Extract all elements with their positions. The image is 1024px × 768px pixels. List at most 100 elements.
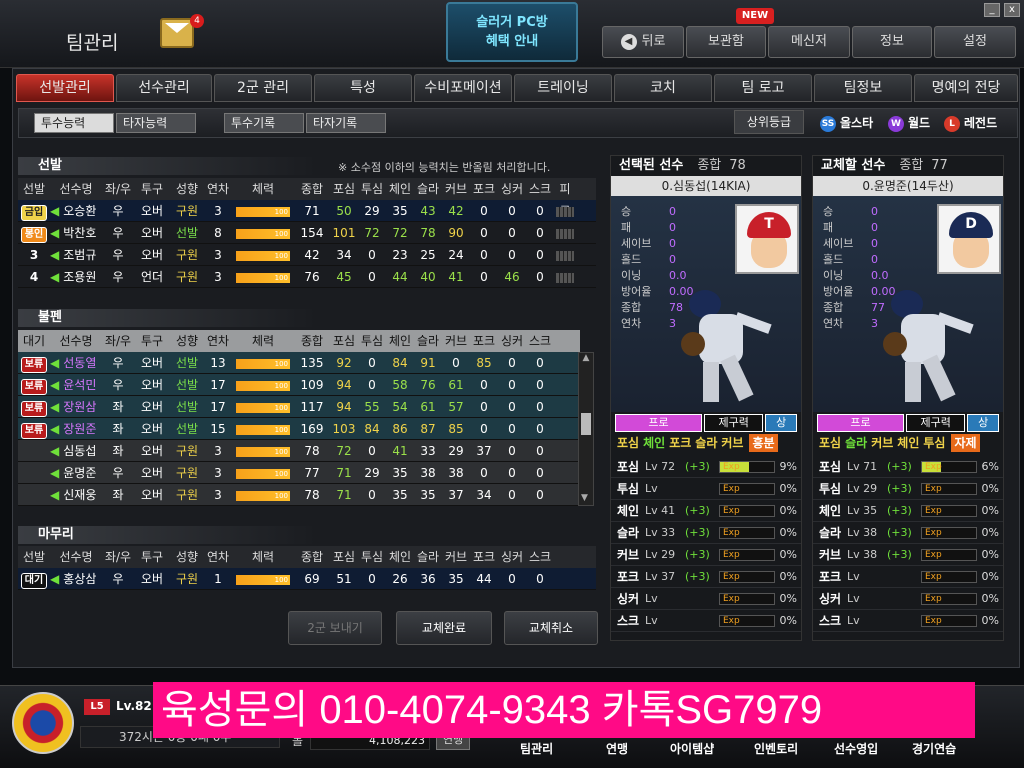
- menu-inventory[interactable]: 인벤토리: [754, 740, 798, 757]
- tab-traits[interactable]: 특성: [314, 74, 412, 102]
- closer-swap-arrow-icon[interactable]: ◀: [50, 572, 59, 586]
- bullpen-col-header: 포크: [472, 334, 496, 348]
- bullpen-swap-arrow-icon[interactable]: ◀: [50, 488, 59, 502]
- bullpen-table-row[interactable]: ◀ 윤명준 우 오버 구원 3 100 77 71 29 35 38 38 0 0 0: [18, 462, 580, 484]
- bullpen-pitch-value: 35: [420, 488, 436, 502]
- minimize-button[interactable]: _: [984, 3, 1000, 17]
- bullpen-stamina-bar: 100: [236, 424, 290, 435]
- scroll-up-icon[interactable]: ▲: [579, 353, 593, 363]
- selected-control-label: 제구력: [704, 414, 764, 432]
- selected-skill-level: Lv: [645, 614, 658, 627]
- rotation-table-row[interactable]: 금입 ◀ 오승환 우 오버 구원 3 100 71 50 29 35 43 42 0 0 0: [18, 200, 596, 222]
- closer-stamina-bar: 100: [236, 574, 290, 585]
- bullpen-swap-arrow-icon[interactable]: ◀: [50, 356, 59, 370]
- swap-skill-row: 스크 Lv Exp 0%: [813, 610, 1003, 632]
- cancel-swap-button[interactable]: 교체취소: [504, 611, 598, 645]
- bullpen-table-row[interactable]: 보류 ◀ 윤석민 우 오버 선발 17 100 109 94 0 58 76 61 0 0 0: [18, 374, 580, 396]
- selected-skill-plus: (+3): [685, 504, 710, 517]
- storage-button[interactable]: 보관함: [686, 26, 766, 58]
- selected-skill-name: 스크: [617, 614, 640, 628]
- bullpen-table-row[interactable]: ◀ 심동섭 좌 오버 구원 3 100 78 72 0 41 33 29 37 0 0: [18, 440, 580, 462]
- bullpen-hand: 우: [112, 466, 124, 480]
- tab-team-logo[interactable]: 팀 로고: [714, 74, 812, 102]
- pc-room-benefit-button[interactable]: 슬러거 PC방 혜택 안내: [446, 2, 578, 62]
- rotation-col-header: 체인: [388, 182, 412, 196]
- rotation-table-row[interactable]: 봉인 ◀ 박찬호 우 오버 선발 8 100 154 101 72 72 78 90 0 0 0: [18, 222, 596, 244]
- tab-coach[interactable]: 코치: [614, 74, 712, 102]
- selected-skill-row: 슬라 Lv 33 (+3) Exp 0%: [611, 522, 801, 544]
- bullpen-overall: 117: [300, 400, 324, 414]
- rotation-pitch-value: 0: [480, 248, 488, 262]
- confirm-swap-button[interactable]: 교체완료: [396, 611, 492, 645]
- scroll-down-icon[interactable]: ▼: [581, 493, 588, 503]
- bullpen-swap-arrow-icon[interactable]: ◀: [50, 444, 59, 458]
- bullpen-swap-arrow-icon[interactable]: ◀: [50, 422, 59, 436]
- selected-skill-name: 슬라: [617, 526, 640, 540]
- menu-league[interactable]: 연맹: [606, 740, 628, 757]
- swap-skill-level: Lv 38: [847, 548, 878, 561]
- subtab-pitcher-record[interactable]: 투수기록: [224, 113, 304, 133]
- rotation-swap-arrow-icon[interactable]: ◀: [50, 204, 59, 218]
- mail-icon[interactable]: [160, 18, 194, 48]
- rotation-pitch-value: 72: [364, 226, 380, 240]
- selected-skill-exp-label: Exp: [723, 550, 740, 560]
- bullpen-pitch-value: 33: [420, 444, 436, 458]
- close-button[interactable]: x: [1004, 3, 1020, 17]
- back-button[interactable]: ◀ 뒤로: [602, 26, 684, 58]
- bullpen-pitch-value: 0: [536, 356, 544, 370]
- send-down-button[interactable]: 2군 보내기: [288, 611, 382, 645]
- tab-defense[interactable]: 수비포메이션: [414, 74, 512, 102]
- bullpen-swap-arrow-icon[interactable]: ◀: [50, 466, 59, 480]
- swap-skill-exp-label: Exp: [925, 616, 942, 626]
- subtab-batter-record[interactable]: 타자기록: [306, 113, 386, 133]
- bullpen-table-row[interactable]: ◀ 신재웅 좌 오버 구원 3 100 78 71 0 35 35 37 34 0 0: [18, 484, 580, 506]
- info-button[interactable]: 정보: [852, 26, 932, 58]
- menu-practice[interactable]: 경기연습: [912, 740, 956, 757]
- messenger-button[interactable]: 메신저: [768, 26, 850, 58]
- bullpen-swap-arrow-icon[interactable]: ◀: [50, 378, 59, 392]
- swap-skill-name: 스크: [819, 614, 842, 628]
- rotation-col-header: 성향: [175, 182, 199, 196]
- bullpen-table-row[interactable]: 보류 ◀ 장원삼 좌 오버 선발 17 100 117 94 55 54 61 57 0 0 0: [18, 396, 580, 418]
- bullpen-scrollbar[interactable]: ▲ ▼: [578, 352, 594, 506]
- promo-banner: 육성문의 010-4074-9343 카톡SG7979: [153, 682, 975, 738]
- tab-minor[interactable]: 2군 관리: [214, 74, 312, 102]
- closer-table-row[interactable]: 대기 ◀ 홍상삼 우 오버 구원 1 100 69 51 0 26 36 35 44 0 0: [18, 568, 596, 590]
- closer-col-header: 스크: [528, 550, 552, 564]
- selected-skill-exp: Exp: [719, 615, 775, 627]
- tab-rotation[interactable]: 선발관리: [16, 74, 114, 102]
- rotation-swap-arrow-icon[interactable]: ◀: [50, 226, 59, 240]
- scroll-thumb[interactable]: [581, 413, 591, 435]
- menu-item-shop[interactable]: 아이템샵: [670, 740, 714, 757]
- tab-training[interactable]: 트레이닝: [514, 74, 612, 102]
- bullpen-table-row[interactable]: 보류 ◀ 선동열 우 오버 선발 13 100 135 92 0 84 91 0 85 0 0: [18, 352, 580, 374]
- swap-skill-row: 싱커 Lv Exp 0%: [813, 588, 1003, 610]
- settings-button[interactable]: 설정: [934, 26, 1016, 58]
- swap-record-value: 0: [871, 221, 878, 234]
- selected-skill-plus: (+3): [685, 460, 710, 473]
- swap-skill-row: 포크 Lv Exp 0%: [813, 566, 1003, 588]
- bullpen-table-row[interactable]: 보류 ◀ 장원준 좌 오버 선발 15 100 169 103 84 86 87 85 0 0 0: [18, 418, 580, 440]
- selected-skill-pct: 0%: [779, 526, 797, 539]
- subtab-pitcher-ability[interactable]: 투수능력: [34, 113, 114, 133]
- menu-recruit[interactable]: 선수영입: [834, 740, 878, 757]
- bullpen-stamina: 100: [232, 440, 294, 461]
- rotation-pitch-value: 25: [420, 248, 436, 262]
- bullpen-swap-arrow-icon[interactable]: ◀: [50, 400, 59, 414]
- rotation-table-row[interactable]: 3 ◀ 조범규 우 오버 구원 3 100 42 34 0 23 25 24 0 0 0: [18, 244, 596, 266]
- rotation-swap-arrow-icon[interactable]: ◀: [50, 248, 59, 262]
- swap-skill-level: Lv 35: [847, 504, 878, 517]
- tab-players[interactable]: 선수관리: [116, 74, 212, 102]
- selected-pitch-type: 체인: [643, 436, 666, 450]
- selected-skill-row: 투심 Lv Exp 0%: [611, 478, 801, 500]
- rotation-swap-arrow-icon[interactable]: ◀: [50, 270, 59, 284]
- tab-team-info[interactable]: 팀정보: [814, 74, 912, 102]
- swap-skill-row: 커브 Lv 38 (+3) Exp 0%: [813, 544, 1003, 566]
- menu-team[interactable]: 팀관리: [520, 740, 553, 757]
- subtab-batter-ability[interactable]: 타자능력: [116, 113, 196, 133]
- bullpen-overall: 78: [304, 444, 320, 458]
- grade-button[interactable]: 상위등급: [734, 110, 804, 134]
- tab-hall-of-fame[interactable]: 명예의 전당: [914, 74, 1018, 102]
- swap-ovr-label: 종합: [899, 158, 924, 173]
- rotation-table-row[interactable]: 4 ◀ 조용원 우 언더 구원 3 100 76 45 0 44 40 41 0 46 0: [18, 266, 596, 288]
